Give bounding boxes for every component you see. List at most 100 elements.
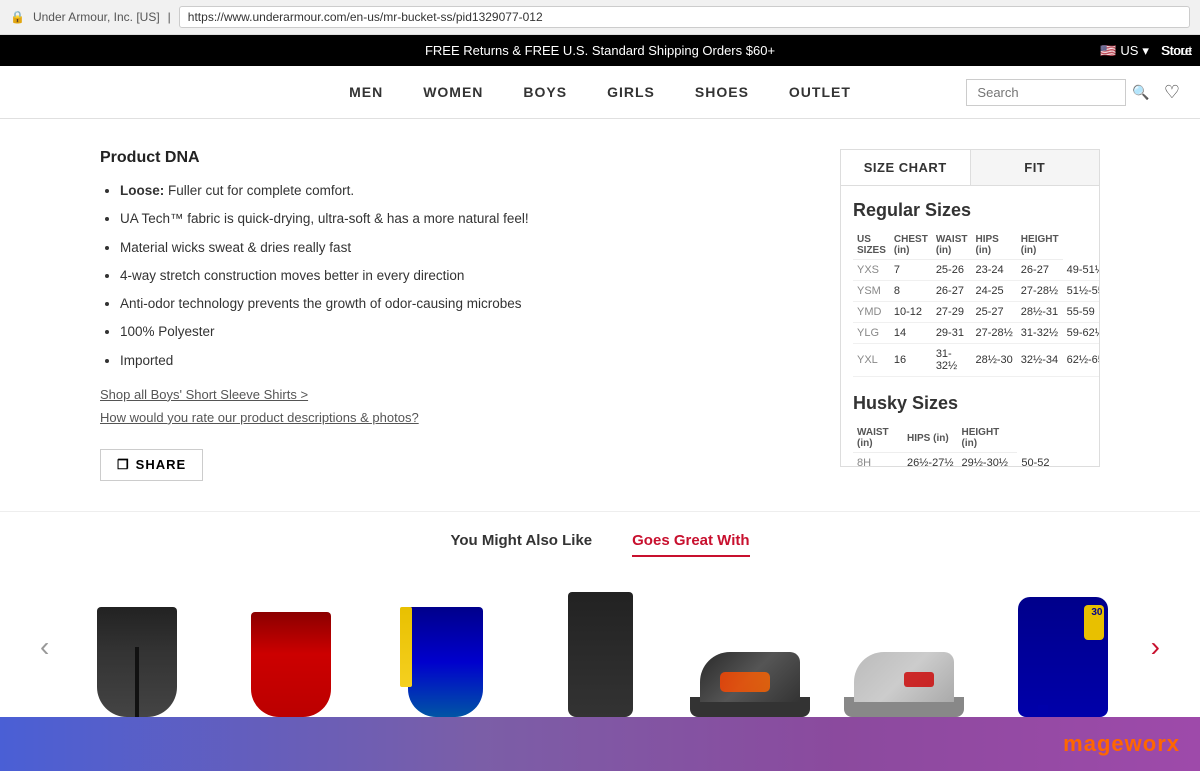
backpack-img (1018, 597, 1108, 717)
next-arrow[interactable]: › (1141, 631, 1170, 663)
carousel-item-5[interactable] (832, 577, 986, 717)
col-header-height: HEIGHT (in) (1017, 231, 1063, 260)
regular-sizes-table: US SIZES CHEST (in) WAIST (in) HIPS (in)… (853, 231, 1099, 377)
bullet-text-1: UA Tech™ fabric is quick-drying, ultra-s… (120, 211, 529, 226)
product-image-2 (376, 587, 516, 717)
shorts-blue-img (408, 607, 483, 717)
share-label: SHARE (136, 457, 187, 472)
bullet-text-6: Imported (120, 353, 173, 368)
backpack-strap (1038, 705, 1048, 717)
nav-women[interactable]: WOMEN (423, 80, 483, 104)
mageworx-brand: mageworx (1063, 731, 1180, 756)
bullet-stretch: 4-way stretch construction moves better … (120, 266, 800, 286)
browser-bar: 🔒 Under Armour, Inc. [US] | https://www.… (0, 0, 1200, 35)
search-input[interactable] (966, 79, 1126, 106)
lock-icon: 🔒 (10, 10, 25, 24)
carousel: ‹ (0, 577, 1200, 717)
carousel-item-6[interactable] (986, 577, 1140, 717)
carousel-item-0[interactable] (59, 577, 213, 717)
col-header-hips: HIPS (in) (971, 231, 1016, 260)
product-image-5 (839, 587, 979, 717)
bullet-text: Fuller cut for complete comfort. (164, 183, 354, 198)
prev-arrow[interactable]: ‹ (30, 631, 59, 663)
bullet-wicks: Material wicks sweat & dries really fast (120, 238, 800, 258)
husky-sizes-table: WAIST (in) HIPS (in) HEIGHT (in) 8H26½-2… (853, 424, 1087, 466)
shoe-dark-img (690, 647, 820, 717)
nav-outlet[interactable]: OUTLET (789, 80, 851, 104)
nav-girls[interactable]: GIRLS (607, 80, 655, 104)
tab-you-might-like[interactable]: You Might Also Like (450, 532, 592, 557)
size-chart-tabs: SIZE CHART FIT (841, 150, 1099, 186)
product-image-1 (221, 587, 361, 717)
bullet-antidoor: Anti-odor technology prevents the growth… (120, 294, 800, 314)
bullet-bold: Loose: (120, 183, 164, 198)
size-chart-body[interactable]: Regular Sizes US SIZES CHEST (in) WAIST … (841, 186, 1099, 466)
carousel-item-1[interactable] (214, 577, 368, 717)
recommendations-section: You Might Also Like Goes Great With ‹ (0, 511, 1200, 717)
product-dna-list: Loose: Fuller cut for complete comfort. … (100, 181, 800, 371)
browser-company: Under Armour, Inc. [US] (33, 10, 160, 24)
husky-sizes-title: Husky Sizes (853, 393, 1087, 414)
table-row: YLG1429-3127-28½31-32½59-62½ (853, 323, 1099, 344)
product-image-6 (993, 587, 1133, 717)
bullet-ua-tech: UA Tech™ fabric is quick-drying, ultra-s… (120, 209, 800, 229)
shoe-gray-img (844, 647, 974, 717)
carousel-item-2[interactable] (368, 577, 522, 717)
share-button[interactable]: ❐ SHARE (100, 449, 203, 481)
carousel-item-4[interactable] (677, 577, 831, 717)
col-header-chest: CHEST (in) (890, 231, 932, 260)
stout-label: Stout (1154, 35, 1200, 66)
bullet-imported: Imported (120, 351, 800, 371)
nav-shoes[interactable]: SHOES (695, 80, 749, 104)
col-header-waist: WAIST (in) (932, 231, 972, 260)
product-dna-title: Product DNA (100, 149, 800, 167)
shop-all-link[interactable]: Shop all Boys' Short Sleeve Shirts > (100, 387, 800, 402)
bullet-polyester: 100% Polyester (120, 322, 800, 342)
shoe-gray-accent (904, 672, 934, 687)
shoe-dark-accent (720, 672, 770, 692)
tab-fit[interactable]: FIT (971, 150, 1100, 185)
bullet-text-2: Material wicks sweat & dries really fast (120, 240, 351, 255)
main-content: Product DNA Loose: Fuller cut for comple… (0, 119, 1200, 511)
col-header-husky-waist: WAIST (in) (853, 424, 903, 453)
product-image-3 (530, 587, 670, 717)
top-bar-message: FREE Returns & FREE U.S. Standard Shippi… (425, 43, 775, 58)
product-image-0 (67, 587, 207, 717)
col-header-husky-hips: HIPS (in) (903, 424, 957, 453)
carousel-item-3[interactable] (523, 577, 677, 717)
bullet-text-5: 100% Polyester (120, 324, 215, 339)
dropdown-icon[interactable]: ▾ (1142, 43, 1149, 59)
table-row: YXL1631-32½28½-3032½-3462½-65 (853, 344, 1099, 377)
nav-search: 🔍 ♡ (966, 79, 1180, 106)
mageworx-logo: mageworx (1063, 731, 1180, 757)
bullet-loose: Loose: Fuller cut for complete comfort. (120, 181, 800, 201)
nav-men[interactable]: MEN (349, 80, 383, 104)
country-label: US (1120, 43, 1138, 58)
top-bar: FREE Returns & FREE U.S. Standard Shippi… (0, 35, 1200, 66)
search-icon[interactable]: 🔍 (1132, 84, 1149, 101)
flag-icon: 🇺🇸 (1100, 43, 1116, 59)
table-row: YSM826-2724-2527-28½51½-55 (853, 281, 1099, 302)
pants-black-img (568, 592, 633, 717)
table-row: 8H26½-27½29½-30½50-52 (853, 453, 1087, 467)
browser-url[interactable]: https://www.underarmour.com/en-us/mr-buc… (179, 6, 1190, 28)
shorts-red-img (251, 612, 331, 717)
table-row: YMD10-1227-2925-2728½-3155-59 (853, 302, 1099, 323)
bullet-text-4: Anti-odor technology prevents the growth… (120, 296, 521, 311)
table-row: YXS725-2623-2426-2749-51½ (853, 260, 1099, 281)
shorts-black-img (97, 607, 177, 717)
bullet-text-3: 4-way stretch construction moves better … (120, 268, 464, 283)
reco-tabs: You Might Also Like Goes Great With (0, 532, 1200, 557)
rate-link[interactable]: How would you rate our product descripti… (100, 410, 800, 425)
mageworx-footer: mageworx (0, 717, 1200, 771)
carousel-items (59, 577, 1140, 717)
nav-boys[interactable]: BOYS (523, 80, 567, 104)
regular-sizes-title: Regular Sizes (853, 200, 1087, 221)
col-header-size: US SIZES (853, 231, 890, 260)
col-header-husky-height: HEIGHT (in) (958, 424, 1018, 453)
wishlist-icon[interactable]: ♡ (1164, 82, 1180, 103)
product-dna: Product DNA Loose: Fuller cut for comple… (100, 149, 800, 481)
product-image-4 (685, 587, 825, 717)
tab-size-chart[interactable]: SIZE CHART (841, 150, 971, 185)
tab-goes-great-with[interactable]: Goes Great With (632, 532, 749, 557)
